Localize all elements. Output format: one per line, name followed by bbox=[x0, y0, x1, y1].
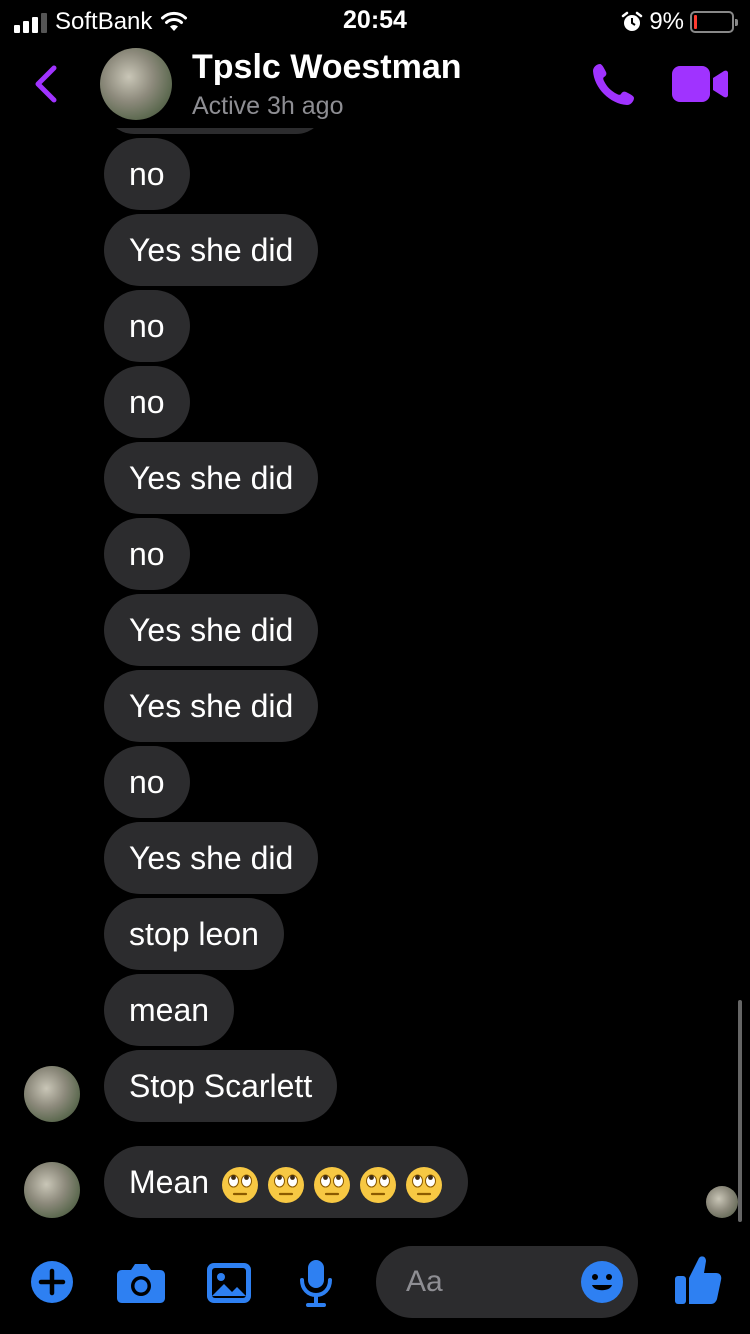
message-bubble[interactable]: no bbox=[104, 138, 190, 210]
contact-name[interactable]: Tpslc Woestman bbox=[192, 48, 462, 87]
message-input-field[interactable] bbox=[376, 1246, 638, 1318]
message-bubble[interactable]: no bbox=[104, 746, 190, 818]
alarm-icon bbox=[622, 11, 643, 31]
rolling-eyes-emoji-icon bbox=[314, 1166, 351, 1203]
message-bubble[interactable]: no bbox=[104, 290, 190, 362]
battery-icon bbox=[690, 11, 738, 33]
microphone-icon[interactable] bbox=[296, 1258, 336, 1308]
conversation-header: Tpslc Woestman Active 3h ago bbox=[0, 40, 750, 128]
message-bubble[interactable]: Yes she did bbox=[104, 670, 319, 742]
message-bubble[interactable]: Yes she did bbox=[104, 594, 319, 666]
phone-icon[interactable] bbox=[590, 60, 638, 108]
chevron-left-icon[interactable] bbox=[28, 62, 62, 106]
status-bar: SoftBank 20:54 9% bbox=[0, 0, 750, 40]
contact-status: Active 3h ago bbox=[192, 92, 344, 120]
message-bubble[interactable]: Stop Scarlett bbox=[104, 1050, 338, 1122]
rolling-eyes-emoji-icon bbox=[360, 1166, 397, 1203]
message-bubble[interactable]: mean bbox=[104, 974, 235, 1046]
message-text: Mean bbox=[129, 1164, 210, 1200]
camera-icon[interactable] bbox=[116, 1262, 166, 1304]
composer-bar bbox=[0, 1240, 750, 1334]
emoji-icon[interactable] bbox=[580, 1260, 624, 1304]
sender-avatar[interactable] bbox=[24, 1162, 80, 1218]
message-bubble[interactable]: Yes she did bbox=[104, 442, 319, 514]
message-bubble[interactable]: Yes she did bbox=[104, 214, 319, 286]
rolling-eyes-emoji-icon bbox=[222, 1166, 259, 1203]
contact-avatar[interactable] bbox=[100, 48, 172, 120]
photo-icon[interactable] bbox=[206, 1262, 252, 1304]
rolling-eyes-emoji-icon bbox=[268, 1166, 305, 1203]
sender-avatar[interactable] bbox=[24, 1066, 80, 1122]
battery-percent: 9% bbox=[649, 8, 684, 35]
rolling-eyes-emoji-icon bbox=[406, 1166, 443, 1203]
status-right: 9% bbox=[621, 8, 738, 36]
message-input[interactable] bbox=[406, 1246, 586, 1318]
emoji-row bbox=[221, 1166, 443, 1204]
thumbs-up-icon[interactable] bbox=[674, 1254, 722, 1306]
read-receipt-avatar bbox=[706, 1186, 738, 1218]
message-bubble[interactable]: no bbox=[104, 366, 190, 438]
message-bubble[interactable]: stop leon bbox=[104, 898, 284, 970]
video-camera-icon[interactable] bbox=[672, 66, 728, 102]
message-bubble[interactable]: Yes she did bbox=[104, 822, 319, 894]
battery-fill bbox=[694, 15, 697, 29]
message-bubble-with-emoji[interactable]: Mean bbox=[104, 1146, 469, 1218]
plus-icon[interactable] bbox=[30, 1260, 74, 1304]
scrollbar[interactable] bbox=[738, 1000, 742, 1222]
message-bubble[interactable]: no bbox=[104, 518, 190, 590]
